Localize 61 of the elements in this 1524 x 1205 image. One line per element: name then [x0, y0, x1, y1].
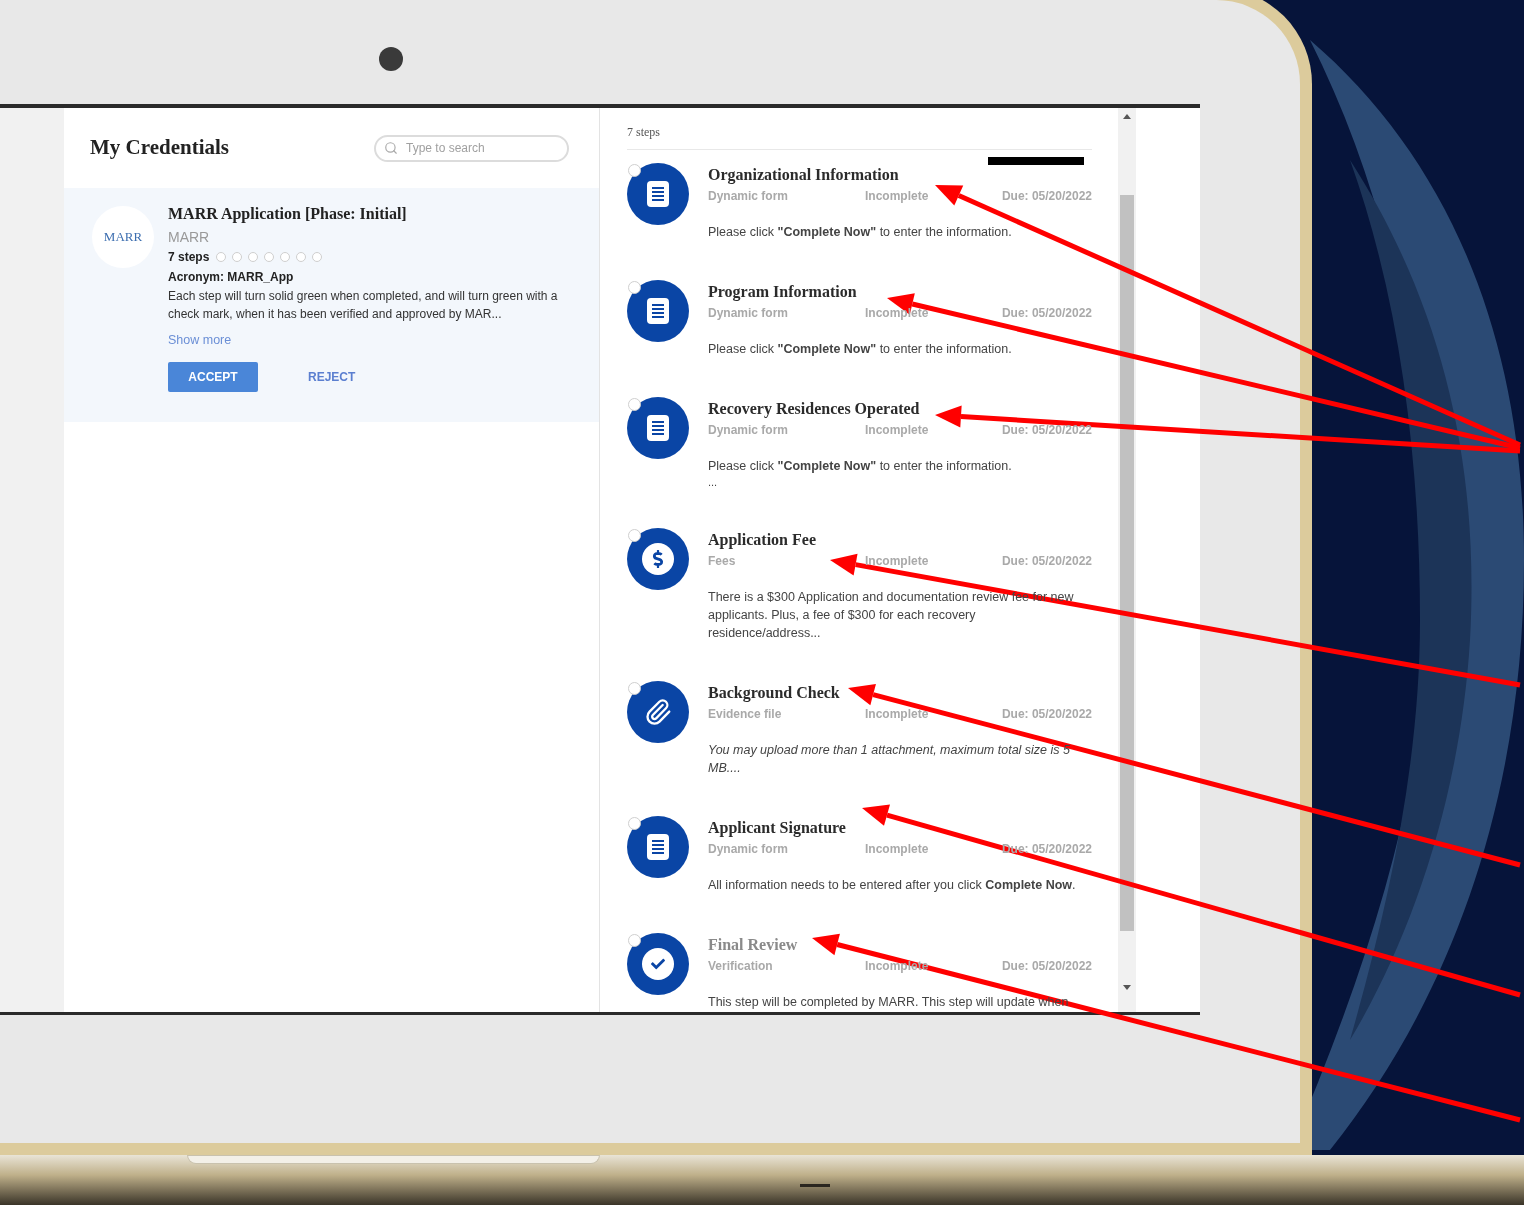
radio-button[interactable] [628, 398, 641, 411]
due-date: Due: 05/20/2022 [1001, 188, 1092, 204]
step-type: Dynamic form [708, 305, 790, 321]
scroll-down-icon[interactable] [1123, 985, 1131, 990]
radio-button[interactable] [628, 682, 641, 695]
scrollbar-thumb[interactable] [1120, 195, 1134, 931]
radio-button[interactable] [628, 281, 641, 294]
radio-button[interactable] [628, 529, 641, 542]
step-status: Incomplete [865, 706, 930, 722]
step-title[interactable]: Recovery Residences Operated [708, 399, 920, 419]
issuer-name: MARR [168, 229, 211, 245]
acronym-text: Acronym: MARR_App [168, 269, 295, 286]
dollar-icon [642, 543, 674, 575]
steps-count: 7 steps [627, 125, 660, 139]
reject-button[interactable]: REJECT [280, 361, 384, 392]
step-type: Dynamic form [708, 188, 790, 204]
due-date: Due: 05/20/2022 [1001, 422, 1092, 438]
step-status: Incomplete [865, 188, 930, 204]
credential-description: Each step will turn solid green when completed, and will turn green with a check mark, when it has been verified and approved by MAR... [168, 288, 559, 323]
step-type: Dynamic form [708, 422, 790, 438]
step-type: Fees [708, 553, 737, 569]
scrollbar[interactable] [1118, 108, 1136, 1012]
due-date: Due: 05/20/2022 [1001, 958, 1092, 974]
step-status: Incomplete [865, 841, 930, 857]
page-title: My Credentials [90, 134, 229, 162]
step-title[interactable]: Applicant Signature [708, 818, 846, 838]
step-title[interactable]: Application Fee [708, 530, 816, 550]
search-icon [384, 141, 398, 155]
accept-button[interactable]: ACCEPT [168, 361, 258, 392]
radio-button[interactable] [628, 164, 641, 177]
credential-title[interactable]: MARR Application [Phase: Initial] [168, 204, 578, 224]
search-field[interactable]: Type to search [374, 134, 569, 162]
step-status: Incomplete [865, 553, 930, 569]
step-description: All information needs to be entered after you click Complete Now. [708, 877, 1077, 894]
check-icon [642, 948, 674, 980]
due-date: Due: 05/20/2022 [1001, 553, 1092, 569]
due-date: Due: 05/20/2022 [1001, 841, 1092, 857]
step-type: Evidence file [708, 706, 783, 722]
step-title[interactable]: Background Check [708, 683, 840, 703]
camera-icon [379, 47, 403, 71]
radio-button[interactable] [628, 817, 641, 830]
step-title[interactable]: Organizational Information [708, 165, 899, 185]
due-date: Due: 05/20/2022 [1001, 305, 1092, 321]
step-description: Please click "Complete Now" to enter the information. [708, 341, 1013, 358]
document-icon [647, 415, 669, 441]
step-status: Incomplete [865, 422, 930, 438]
step-description: Please click "Complete Now" to enter the information. [708, 458, 1013, 475]
steps-count: 7 steps [168, 249, 210, 266]
document-icon [647, 298, 669, 324]
marr-logo: MARR [92, 206, 154, 268]
document-icon [647, 181, 669, 207]
scroll-up-icon[interactable] [1123, 114, 1131, 119]
step-description: Please click "Complete Now" to enter the information. [708, 224, 1013, 241]
step-title[interactable]: Program Information [708, 282, 857, 302]
step-type: Dynamic form [708, 841, 790, 857]
due-date: Due: 05/20/2022 [1001, 706, 1092, 722]
ellipsis: ... [708, 475, 718, 489]
document-icon [647, 834, 669, 860]
indent-mark [800, 1184, 830, 1187]
step-type: Verification [708, 958, 774, 974]
step-status: Incomplete [865, 305, 930, 321]
